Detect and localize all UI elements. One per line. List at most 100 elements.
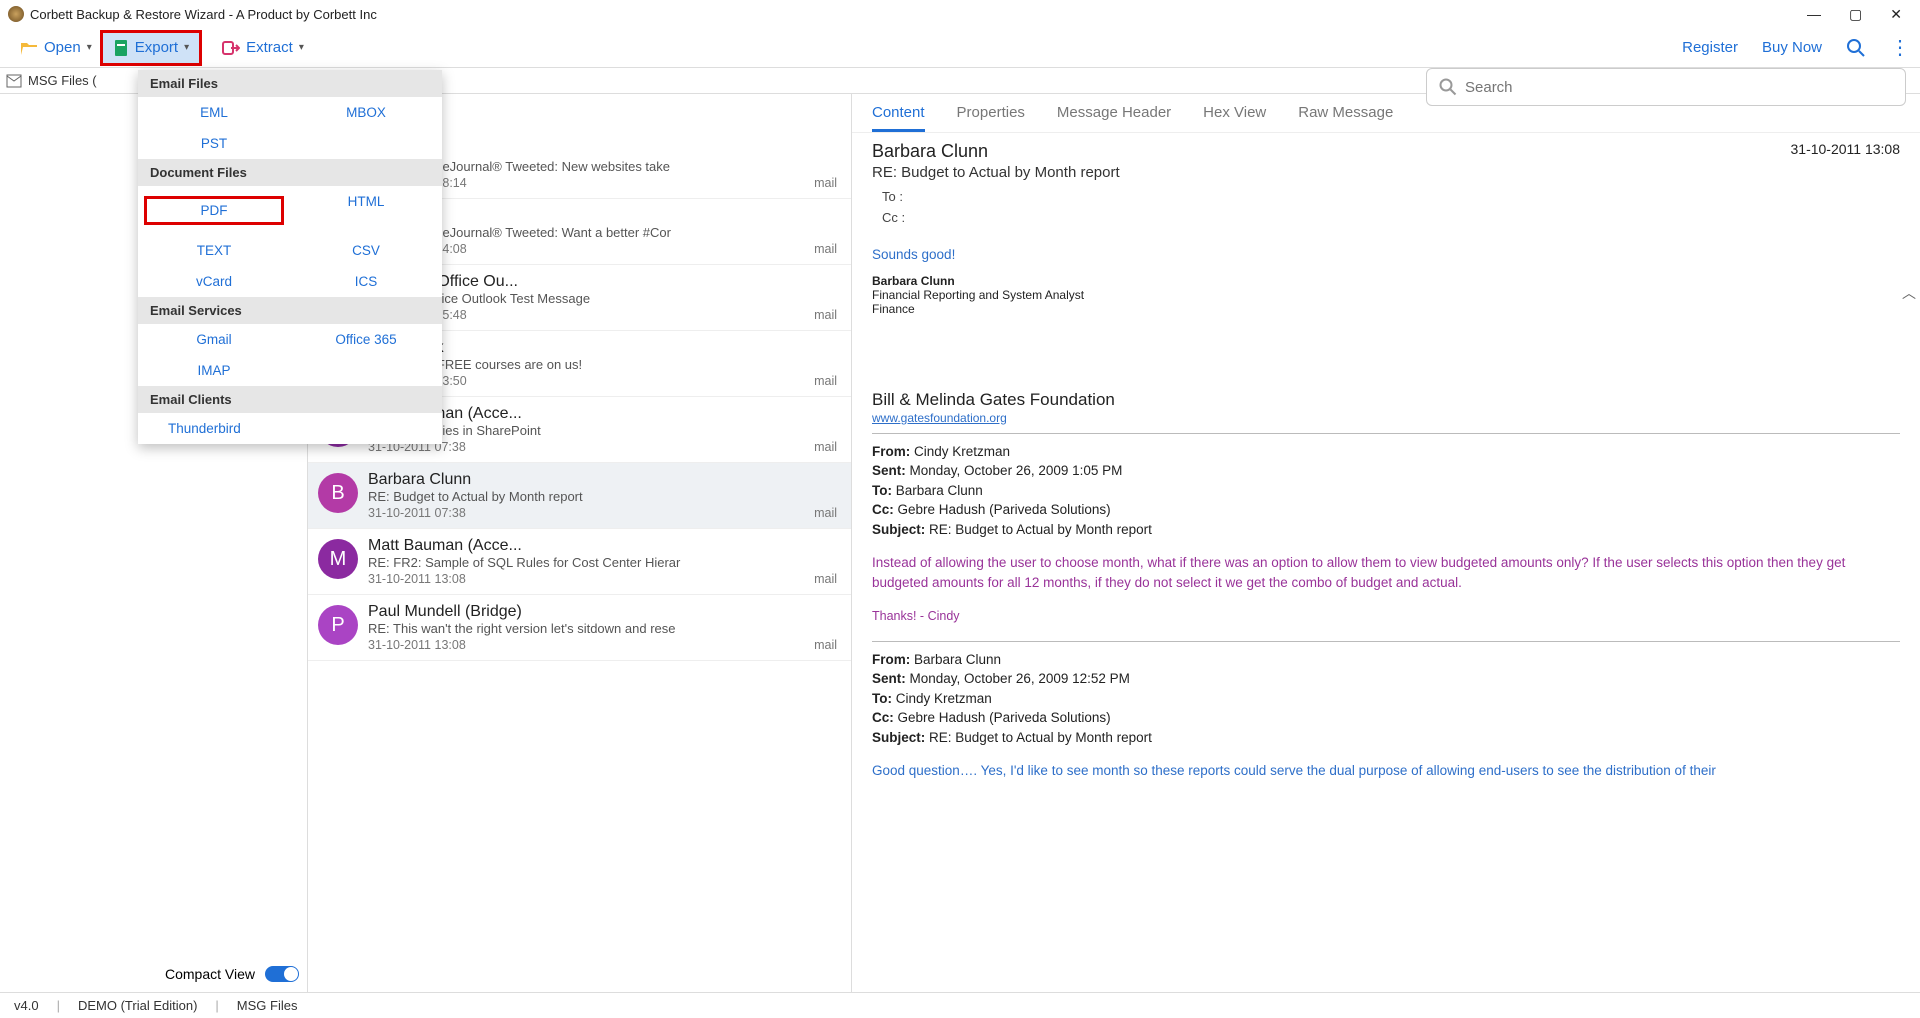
sig-dept: Finance (872, 302, 1900, 316)
msg-subject: RE: Budget to Actual by Month report (368, 489, 837, 504)
close-icon[interactable]: ✕ (1890, 6, 1902, 23)
compact-view-toggle[interactable] (265, 966, 299, 982)
avatar: P (318, 605, 358, 645)
export-imap[interactable]: IMAP (197, 363, 230, 378)
preview-date: 31-10-2011 13:08 (1791, 141, 1901, 162)
tab-raw-message[interactable]: Raw Message (1298, 104, 1393, 132)
export-office365[interactable]: Office 365 (335, 332, 396, 347)
message-item[interactable]: M Matt Bauman (Acce... RE: FR2: Sample o… (308, 529, 851, 595)
chevron-down-icon: ▾ (299, 42, 304, 53)
search-input[interactable] (1426, 68, 1906, 106)
export-pdf[interactable]: PDF (201, 203, 228, 218)
export-button[interactable]: Export ▾ (100, 30, 202, 66)
status-version: v4.0 (14, 998, 39, 1013)
q1-thanks: Thanks! - Cindy (872, 607, 1900, 625)
quoted-block-1: From: Cindy Kretzman Sent: Monday, Octob… (872, 442, 1900, 625)
export-thunderbird[interactable]: Thunderbird (168, 421, 241, 436)
window-controls: — ▢ ✕ (1807, 6, 1912, 23)
foundation-name: Bill & Melinda Gates Foundation (872, 390, 1900, 410)
avatar: B (318, 473, 358, 513)
app-logo-icon (8, 6, 24, 22)
preview-to: To : (882, 187, 1900, 208)
folder-open-icon (20, 40, 38, 56)
export-eml[interactable]: EML (200, 105, 228, 120)
preview-subject: RE: Budget to Actual by Month report (872, 164, 1900, 181)
sig-name: Barbara Clunn (872, 274, 955, 288)
dd-section-email-files: Email Files (138, 70, 442, 97)
tab-hex-view[interactable]: Hex View (1203, 104, 1266, 132)
q2-from: Barbara Clunn (914, 652, 1001, 667)
q2-sent-label: Sent: (872, 671, 906, 686)
sig-title: Financial Reporting and System Analyst (872, 288, 1900, 302)
chevron-down-icon: ▾ (87, 42, 92, 53)
status-bar: v4.0 | DEMO (Trial Edition) | MSG Files (0, 992, 1920, 1018)
export-ics[interactable]: ICS (355, 274, 378, 289)
message-item[interactable]: P Paul Mundell (Bridge) RE: This wan't t… (308, 595, 851, 661)
q2-body: Good question…. Yes, I'd like to see mon… (872, 761, 1900, 781)
maximize-icon[interactable]: ▢ (1849, 6, 1862, 23)
tab-properties[interactable]: Properties (957, 104, 1025, 132)
export-html[interactable]: HTML (348, 194, 385, 209)
extract-icon (222, 40, 240, 56)
export-mbox[interactable]: MBOX (346, 105, 386, 120)
q2-cc: Gebre Hadush (Pariveda Solutions) (898, 710, 1111, 725)
message-item[interactable]: B Barbara Clunn RE: Budget to Actual by … (308, 463, 851, 529)
preview-cc: Cc : (882, 208, 1900, 229)
q1-from-label: From: (872, 444, 910, 459)
q1-cc: Gebre Hadush (Pariveda Solutions) (898, 502, 1111, 517)
msg-subject: RE: This wan't the right version let's s… (368, 621, 837, 636)
q2-cc-label: Cc: (872, 710, 894, 725)
dd-section-document-files: Document Files (138, 159, 442, 186)
msg-tag: mail (814, 440, 837, 454)
extract-button[interactable]: Extract ▾ (212, 33, 314, 62)
msg-from: Barbara Clunn (368, 471, 837, 489)
q2-from-label: From: (872, 652, 910, 667)
q1-to-label: To: (872, 483, 892, 498)
dd-section-email-services: Email Services (138, 297, 442, 324)
foundation-link[interactable]: www.gatesfoundation.org (872, 411, 1007, 425)
export-text[interactable]: TEXT (197, 243, 232, 258)
open-label: Open (44, 39, 81, 56)
msg-from: Matt Bauman (Acce... (368, 537, 837, 555)
avatar: M (318, 539, 358, 579)
search-icon[interactable] (1846, 38, 1866, 58)
tab-message-header[interactable]: Message Header (1057, 104, 1171, 132)
preview-panel: Content Properties Message Header Hex Vi… (852, 94, 1920, 992)
msg-file-icon (6, 74, 22, 88)
export-gmail[interactable]: Gmail (196, 332, 231, 347)
export-dropdown: Email Files EML MBOX PST Document Files … (138, 70, 442, 444)
q2-subj: RE: Budget to Actual by Month report (929, 730, 1152, 745)
main-toolbar: Open ▾ Export ▾ Extract ▾ Register Buy N… (0, 28, 1920, 68)
export-pdf-highlight: PDF (144, 196, 284, 225)
q1-body: Instead of allowing the user to choose m… (872, 553, 1900, 592)
status-demo: DEMO (Trial Edition) (78, 998, 197, 1013)
msg-tag: mail (814, 638, 837, 652)
msg-subject: RE: FR2: Sample of SQL Rules for Cost Ce… (368, 555, 837, 570)
scroll-up-icon[interactable]: ︿ (1902, 283, 1916, 303)
title-bar: Corbett Backup & Restore Wizard - A Prod… (0, 0, 1920, 28)
msg-date: 31-10-2011 07:38 (368, 506, 466, 520)
msg-tag: mail (814, 572, 837, 586)
export-vcard[interactable]: vCard (196, 274, 232, 289)
minimize-icon[interactable]: — (1807, 6, 1821, 23)
export-label: Export (135, 39, 178, 56)
file-export-icon (113, 39, 129, 57)
q2-sent: Monday, October 26, 2009 12:52 PM (910, 671, 1130, 686)
msg-from: Paul Mundell (Bridge) (368, 603, 837, 621)
search-field[interactable] (1465, 79, 1893, 96)
extract-label: Extract (246, 39, 293, 56)
tab-content[interactable]: Content (872, 104, 925, 132)
export-pst[interactable]: PST (201, 136, 227, 151)
q1-from: Cindy Kretzman (914, 444, 1010, 459)
msg-date: 31-10-2011 13:08 (368, 572, 466, 586)
export-csv[interactable]: CSV (352, 243, 380, 258)
open-button[interactable]: Open ▾ (10, 33, 102, 62)
preview-from: Barbara Clunn (872, 141, 988, 162)
msg-date: 31-10-2011 13:08 (368, 638, 466, 652)
buy-now-link[interactable]: Buy Now (1762, 39, 1822, 56)
msg-tag: mail (814, 176, 837, 190)
more-menu-icon[interactable]: ⋮ (1890, 38, 1910, 58)
q1-subj-label: Subject: (872, 522, 925, 537)
q2-subj-label: Subject: (872, 730, 925, 745)
register-link[interactable]: Register (1682, 39, 1738, 56)
